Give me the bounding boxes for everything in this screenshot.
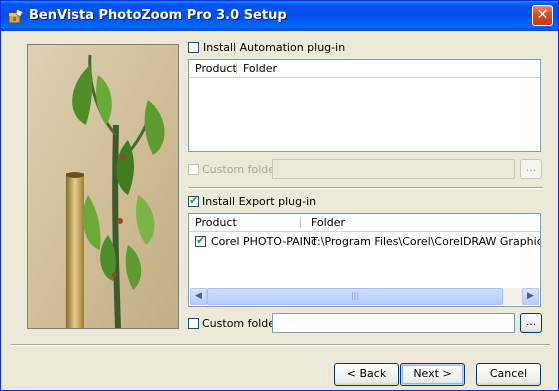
column-folder[interactable]: Folder (243, 62, 277, 75)
installer-box-icon (8, 8, 24, 24)
export-custom-folder-checkbox[interactable] (188, 318, 199, 329)
column-folder[interactable]: Folder (311, 216, 345, 229)
automation-custom-folder-input[interactable] (272, 159, 515, 179)
export-checkbox[interactable]: ✔ (188, 194, 199, 207)
row-checkbox[interactable]: ✔ (195, 234, 206, 247)
checkmark-icon: ✔ (189, 194, 199, 207)
automation-list-header: Product Folder (189, 60, 540, 78)
export-list-header: Product Folder (189, 214, 540, 232)
column-separator[interactable] (300, 217, 301, 228)
arrow-right-icon: ▶ (527, 291, 534, 301)
title-bar: BenVista PhotoZoom Pro 3.0 Setup ✕ (1, 1, 558, 31)
automation-custom-folder-label: Custom folder: (202, 163, 284, 176)
window-title: BenVista PhotoZoom Pro 3.0 Setup (29, 8, 287, 23)
column-product[interactable]: Product (195, 216, 237, 229)
arrow-left-icon: ◀ (195, 291, 202, 301)
scroll-left-button[interactable]: ◀ (190, 288, 207, 305)
automation-product-list[interactable]: Product Folder (188, 59, 541, 152)
footer-divider (11, 344, 550, 346)
checkmark-icon: ✔ (196, 234, 206, 247)
next-button[interactable]: Next > (400, 363, 465, 386)
close-icon: ✕ (536, 7, 549, 23)
scroll-thumb[interactable]: ||| (207, 288, 503, 305)
export-product-list[interactable]: Product Folder ✔ Corel PHOTO-PAINT c:\Pr… (188, 213, 541, 307)
horizontal-scrollbar[interactable]: ◀ ||| ▶ (190, 288, 539, 305)
export-checkbox-label: Install Export plug-in (202, 195, 317, 208)
bamboo-plant-image (28, 45, 178, 328)
export-custom-folder-label: Custom folder: (202, 317, 284, 330)
export-browse-button[interactable]: ... (520, 313, 542, 333)
scroll-grip: ||| (350, 291, 360, 300)
section-divider (188, 187, 543, 189)
row-folder: c:\Program Files\Corel\CorelDRAW Graphic… (311, 235, 540, 248)
automation-custom-folder-checkbox[interactable] (188, 164, 199, 175)
automation-browse-button[interactable]: ... (520, 159, 542, 179)
automation-checkbox[interactable] (188, 42, 199, 53)
cancel-button[interactable]: Cancel (476, 363, 541, 386)
back-button[interactable]: < Back (334, 363, 399, 386)
column-separator[interactable] (236, 63, 237, 74)
scroll-right-button[interactable]: ▶ (522, 288, 539, 305)
row-product: Corel PHOTO-PAINT (211, 235, 318, 248)
automation-checkbox-label: Install Automation plug-in (203, 41, 346, 54)
side-photo (27, 44, 179, 329)
close-button[interactable]: ✕ (532, 5, 553, 26)
column-product[interactable]: Product (195, 62, 237, 75)
export-custom-folder-input[interactable] (272, 313, 515, 333)
setup-window: BenVista PhotoZoom Pro 3.0 Setup ✕ Insta… (0, 0, 559, 391)
list-item[interactable]: ✔ Corel PHOTO-PAINT c:\Program Files\Cor… (192, 234, 540, 250)
